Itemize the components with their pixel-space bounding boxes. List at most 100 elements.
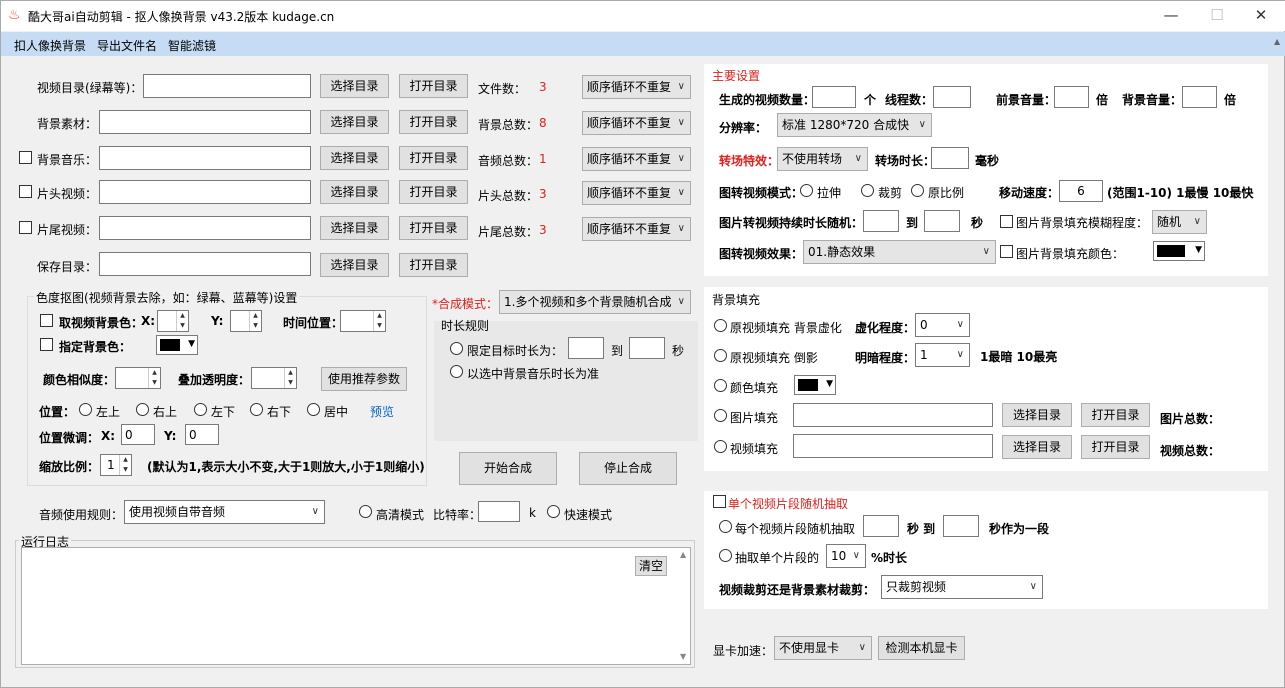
bg-order-select[interactable]: 顺序循环不重复 ∨ <box>582 111 691 135</box>
bitrate-input[interactable] <box>478 501 520 522</box>
resolution-select[interactable]: 标准 1280*720 合成快 ∨ <box>777 113 932 137</box>
blur-fill-select[interactable]: 随机 ∨ <box>1152 210 1207 234</box>
fill-color-checkbox[interactable] <box>1000 245 1013 258</box>
chevron-down-icon[interactable]: ▼ <box>680 652 686 661</box>
fine-y-input[interactable] <box>185 424 219 445</box>
clip-percent-select[interactable]: 10 ∨ <box>826 544 866 568</box>
img-duration-min-input[interactable] <box>863 210 899 232</box>
spin-up-down-icon[interactable]: ▲ ▼ <box>284 368 296 388</box>
spin-up-down-icon[interactable]: ▲ ▼ <box>148 368 160 388</box>
bg-music-input[interactable] <box>99 146 311 170</box>
bg-music-checkbox[interactable] <box>19 151 32 164</box>
fill-video-input[interactable] <box>793 434 993 458</box>
outro-order-select[interactable]: 顺序循环不重复 ∨ <box>582 217 691 241</box>
fill-blur-radio[interactable] <box>714 319 727 332</box>
outro-checkbox[interactable] <box>19 221 32 234</box>
maximize-button[interactable]: ☐ <box>1194 1 1240 31</box>
fine-x-input[interactable] <box>121 424 155 445</box>
blur-degree-select[interactable]: 0 ∨ <box>915 313 970 337</box>
fill-color-option-picker[interactable]: ▼ <box>794 375 836 395</box>
pos-center-radio[interactable] <box>307 403 320 416</box>
compose-mode-select[interactable]: 1.多个视频和多个背景随机合成 ∨ <box>499 290 691 314</box>
fast-mode-radio[interactable] <box>547 505 560 518</box>
chevron-up-icon[interactable]: ▲ <box>1274 37 1284 57</box>
opacity-spinner[interactable]: ▲ ▼ <box>251 367 297 389</box>
music-select-button[interactable]: 选择目录 <box>320 146 389 170</box>
video-count-input[interactable] <box>812 86 856 108</box>
music-duration-radio[interactable] <box>450 365 463 378</box>
spin-up-down-icon[interactable]: ▲ ▼ <box>249 311 261 331</box>
stop-compose-button[interactable]: 停止合成 <box>579 452 677 485</box>
time-position-spinner[interactable]: ▲ ▼ <box>340 310 386 332</box>
outro-open-button[interactable]: 打开目录 <box>399 216 468 240</box>
intro-input[interactable] <box>99 180 311 204</box>
clip-min-input[interactable] <box>863 515 899 537</box>
pick-x-spinner[interactable]: ▲ ▼ <box>157 310 189 332</box>
spin-up-down-icon[interactable]: ▲ ▼ <box>176 311 188 331</box>
duration-max-input[interactable] <box>629 337 665 359</box>
img-original-radio[interactable] <box>911 184 924 197</box>
fill-image-open-button[interactable]: 打开目录 <box>1081 403 1150 427</box>
detect-gpu-button[interactable]: 检测本机显卡 <box>878 636 965 660</box>
take-bg-color-checkbox[interactable] <box>40 314 53 327</box>
img-effect-select[interactable]: 01.静态效果 ∨ <box>803 240 996 264</box>
bg-select-button[interactable]: 选择目录 <box>320 110 389 134</box>
fg-volume-input[interactable] <box>1054 86 1089 108</box>
fill-image-input[interactable] <box>793 403 993 427</box>
fill-image-radio[interactable] <box>714 409 727 422</box>
limit-duration-radio[interactable] <box>450 342 463 355</box>
menu-item-smart-filter[interactable]: 智能滤镜 <box>168 37 216 54</box>
img-stretch-radio[interactable] <box>800 184 813 197</box>
save-dir-input[interactable] <box>99 252 311 276</box>
outro-input[interactable] <box>99 216 311 240</box>
brightness-select[interactable]: 1 ∨ <box>915 343 970 367</box>
start-compose-button[interactable]: 开始合成 <box>459 452 557 485</box>
save-select-button[interactable]: 选择目录 <box>320 253 389 277</box>
run-log-textarea[interactable] <box>21 547 691 665</box>
bg-color-picker[interactable]: ▼ <box>156 335 198 355</box>
audio-rule-select[interactable]: 使用视频自带音频 ∨ <box>124 500 325 524</box>
spin-up-down-icon[interactable]: ▲ ▼ <box>119 455 131 475</box>
menu-item-portrait-bg[interactable]: 扣人像换背景 <box>14 37 86 54</box>
intro-checkbox[interactable] <box>19 185 32 198</box>
music-order-select[interactable]: 顺序循环不重复 ∨ <box>582 147 691 171</box>
pick-y-spinner[interactable]: ▲ ▼ <box>230 310 262 332</box>
fill-color-picker[interactable]: ▼ <box>1153 241 1205 261</box>
menu-item-export-filename[interactable]: 导出文件名 <box>97 37 157 54</box>
bg-material-input[interactable] <box>99 110 311 134</box>
fill-video-radio[interactable] <box>714 440 727 453</box>
move-speed-input[interactable] <box>1059 180 1103 202</box>
transition-select[interactable]: 不使用转场 ∨ <box>777 147 868 171</box>
set-bg-color-checkbox[interactable] <box>40 338 53 351</box>
intro-open-button[interactable]: 打开目录 <box>399 180 468 204</box>
clip-single-radio[interactable] <box>719 549 732 562</box>
fill-reflection-radio[interactable] <box>714 349 727 362</box>
pos-bottom-right-radio[interactable] <box>250 403 263 416</box>
similarity-spinner[interactable]: ▲ ▼ <box>115 367 161 389</box>
fill-color-radio[interactable] <box>714 379 727 392</box>
video-dir-select-button[interactable]: 选择目录 <box>320 74 389 98</box>
img-crop-radio[interactable] <box>861 184 874 197</box>
video-order-select[interactable]: 顺序循环不重复 ∨ <box>582 75 691 99</box>
transition-duration-input[interactable] <box>931 147 969 169</box>
clear-log-button[interactable]: 清空 <box>635 556 667 576</box>
music-open-button[interactable]: 打开目录 <box>399 146 468 170</box>
clip-random-radio[interactable] <box>719 520 732 533</box>
fill-video-open-button[interactable]: 打开目录 <box>1081 435 1150 459</box>
save-open-button[interactable]: 打开目录 <box>399 253 468 277</box>
video-dir-open-button[interactable]: 打开目录 <box>399 74 468 98</box>
blur-fill-checkbox[interactable] <box>1000 215 1013 228</box>
bg-open-button[interactable]: 打开目录 <box>399 110 468 134</box>
pos-top-right-radio[interactable] <box>136 403 149 416</box>
duration-min-input[interactable] <box>568 337 604 359</box>
recommend-params-button[interactable]: 使用推荐参数 <box>321 367 407 391</box>
spin-up-down-icon[interactable]: ▲ ▼ <box>373 311 385 331</box>
img-duration-max-input[interactable] <box>924 210 960 232</box>
intro-select-button[interactable]: 选择目录 <box>320 180 389 204</box>
random-clip-checkbox[interactable] <box>713 495 726 508</box>
gpu-accel-select[interactable]: 不使用显卡 ∨ <box>774 636 872 660</box>
intro-order-select[interactable]: 顺序循环不重复 ∨ <box>582 181 691 205</box>
fill-video-select-button[interactable]: 选择目录 <box>1002 435 1072 459</box>
threads-input[interactable] <box>933 86 971 108</box>
crop-target-select[interactable]: 只裁剪视频 ∨ <box>881 575 1043 599</box>
